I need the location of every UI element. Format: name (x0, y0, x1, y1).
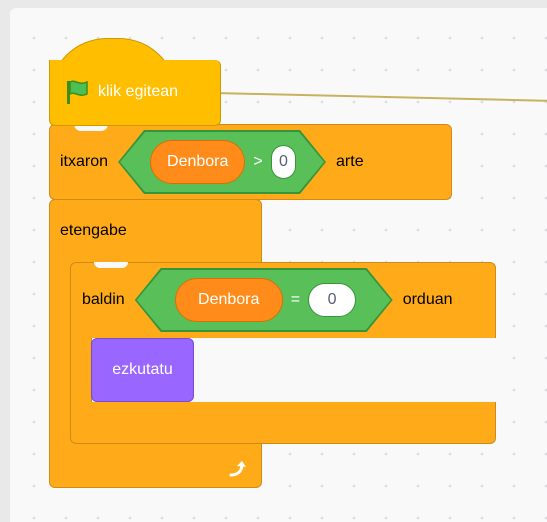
loop-arrow-icon (229, 461, 246, 477)
forever-arm (49, 240, 69, 444)
denbora-variable-reporter[interactable]: Denbora (150, 140, 245, 184)
hat-row: klik egitean (62, 78, 178, 106)
greater-than-sign: > (253, 153, 263, 170)
variable-label: Denbora (198, 291, 260, 308)
wait-until-prefix: itxaron (60, 153, 109, 170)
equals-sign: = (290, 291, 301, 308)
if-prefix: baldin (82, 291, 125, 308)
forever-label: etengabe (60, 222, 127, 239)
hide-label: ezkutatu (112, 361, 173, 378)
greater-than-operator[interactable]: Denbora > 0 (118, 130, 326, 194)
equals-operator[interactable]: Denbora = 0 (135, 268, 393, 332)
hide-block[interactable]: ezkutatu (91, 338, 194, 402)
forever-row: etengabe (60, 222, 127, 240)
value-text: 0 (327, 291, 337, 308)
value-input[interactable]: 0 (271, 145, 296, 179)
denbora-variable-reporter[interactable]: Denbora (175, 278, 283, 322)
if-row: baldin Denbora = 0 orduan (82, 268, 453, 332)
value-text: 0 (278, 153, 288, 170)
green-flag-icon (67, 80, 88, 104)
variable-label: Denbora (167, 153, 229, 170)
wait-until-row: itxaron Denbora > 0 arte (60, 130, 364, 194)
when-flag-clicked-body[interactable]: klik egitean (49, 60, 221, 126)
wait-until-suffix: arte (336, 153, 364, 170)
hat-label: klik egitean (98, 83, 179, 100)
value-input[interactable]: 0 (308, 283, 356, 317)
if-suffix: orduan (402, 291, 453, 308)
